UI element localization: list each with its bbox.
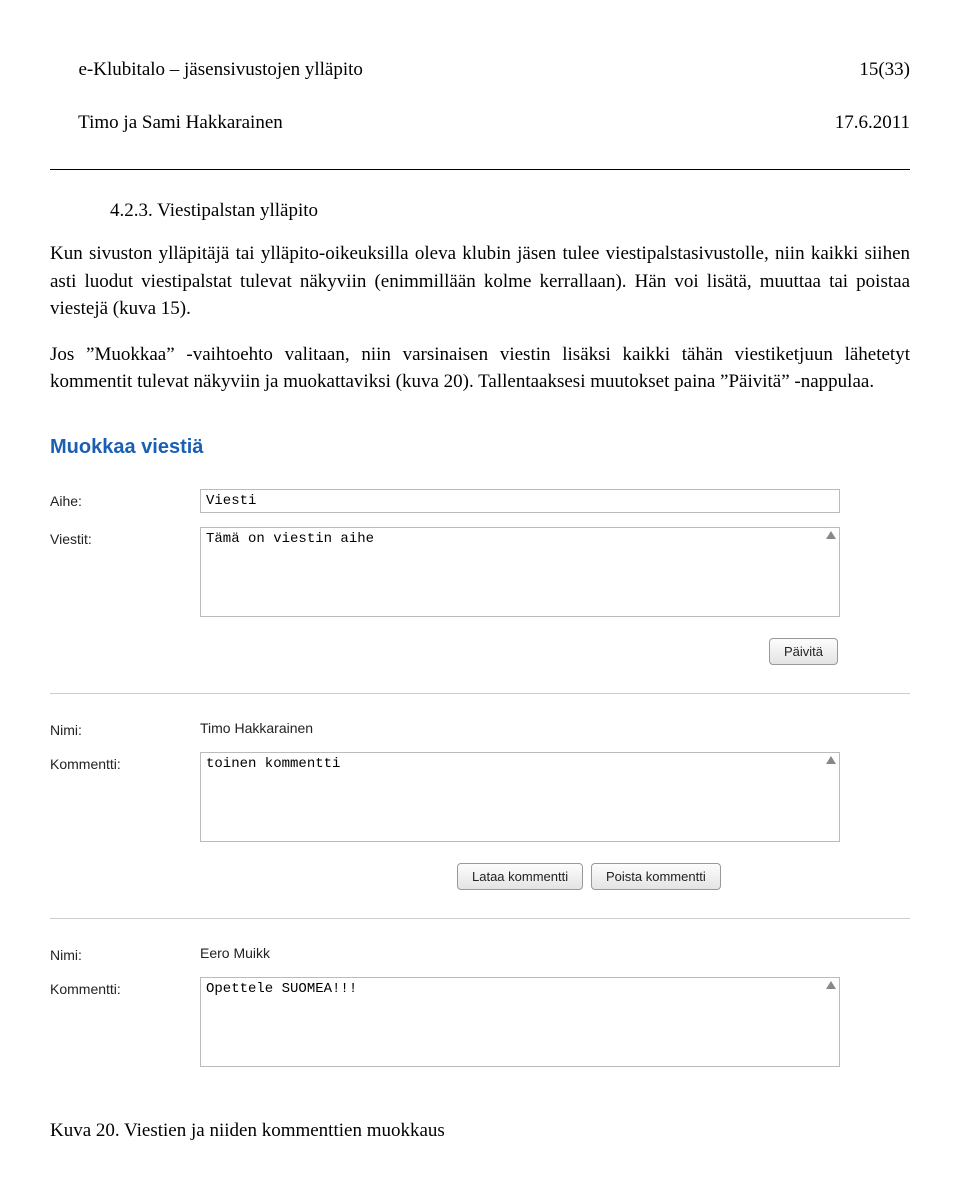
nimi-label-2: Nimi: [50, 943, 200, 963]
viestit-label: Viestit: [50, 527, 200, 547]
header-date: 17.6.2011 [835, 112, 910, 133]
kommentti-label-1: Kommentti: [50, 752, 200, 772]
poista-kommentti-button-1[interactable]: Poista kommentti [591, 863, 721, 890]
comment1-name: Timo Hakkarainen [200, 718, 910, 736]
comment2-textarea[interactable] [200, 977, 840, 1067]
section-heading: 4.2.3. Viestipalstan ylläpito [110, 200, 910, 222]
form-divider-1 [50, 693, 910, 694]
header-divider [50, 169, 910, 170]
paragraph-2: Jos ”Muokkaa” -vaihtoehto valitaan, niin… [50, 341, 910, 396]
header-authors: Timo ja Sami Hakkarainen [78, 112, 283, 133]
aihe-label: Aihe: [50, 489, 200, 509]
header-page-number: 15(33) [859, 59, 910, 80]
paragraph-1: Kun sivuston ylläpitäjä tai ylläpito-oik… [50, 240, 910, 323]
paivita-button[interactable]: Päivitä [769, 638, 838, 665]
form-title: Muokkaa viestiä [50, 436, 910, 459]
aihe-input[interactable] [200, 489, 840, 513]
nimi-label-1: Nimi: [50, 718, 200, 738]
page-header: e-Klubitalo – jäsensivustojen ylläpito T… [50, 30, 910, 163]
viestit-textarea[interactable] [200, 527, 840, 617]
figure-caption: Kuva 20. Viestien ja niiden kommenttien … [50, 1120, 910, 1142]
comment1-textarea[interactable] [200, 752, 840, 842]
comment2-name: Eero Muikk [200, 943, 910, 961]
edit-message-form: Muokkaa viestiä Aihe: Viestit: Päivitä N… [50, 436, 910, 1070]
lataa-kommentti-button-1[interactable]: Lataa kommentti [457, 863, 583, 890]
form-divider-2 [50, 918, 910, 919]
header-title: e-Klubitalo – jäsensivustojen ylläpito [79, 59, 363, 80]
kommentti-label-2: Kommentti: [50, 977, 200, 997]
